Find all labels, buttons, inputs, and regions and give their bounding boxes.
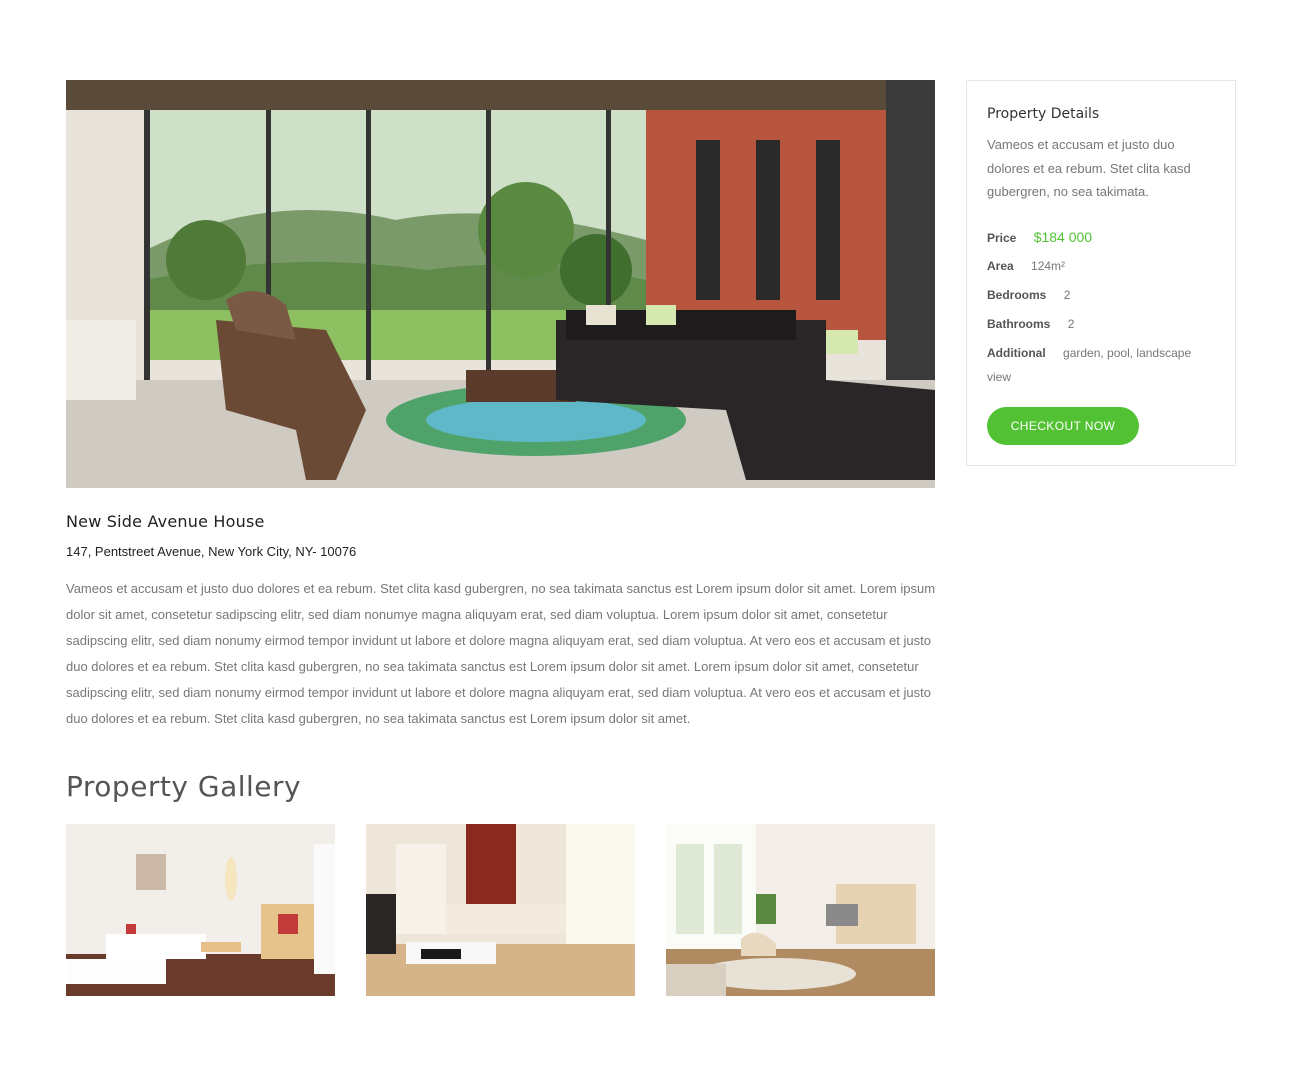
spec-additional: Additional garden, pool, landscape view <box>987 341 1217 389</box>
spec-price: Price $184 000 <box>987 225 1217 250</box>
gallery-image-2[interactable] <box>366 824 635 996</box>
gallery-image-1[interactable] <box>66 824 335 996</box>
spec-area: Area 124m² <box>987 254 1217 278</box>
spec-bedrooms: Bedrooms 2 <box>987 283 1217 307</box>
property-address: 147, Pentstreet Avenue, New York City, N… <box>66 544 357 559</box>
spec-bathrooms-value: 2 <box>1067 317 1075 331</box>
living-room-warm-image <box>366 824 635 996</box>
property-description: Vameos et accusam et justo duo dolores e… <box>66 581 936 726</box>
spec-price-label: Price <box>987 231 1017 245</box>
property-main-photo <box>66 80 935 488</box>
checkout-button[interactable]: CHECKOUT NOW <box>987 407 1139 445</box>
spec-bedrooms-label: Bedrooms <box>987 288 1047 302</box>
living-room-beige-image <box>666 824 935 996</box>
property-title: New Side Avenue House <box>66 512 265 531</box>
spec-area-value: 124m² <box>1031 259 1066 273</box>
property-details-card: Property Details Vameos et accusam et ju… <box>966 80 1236 466</box>
spec-bathrooms: Bathrooms 2 <box>987 312 1217 336</box>
spec-bathrooms-label: Bathrooms <box>987 317 1051 331</box>
details-title: Property Details <box>987 106 1100 122</box>
details-description: Vameos et accusam et justo duo dolores e… <box>987 137 1191 199</box>
gallery-heading: Property Gallery <box>66 770 302 803</box>
spec-area-label: Area <box>987 259 1014 273</box>
spec-bedrooms-value: 2 <box>1063 288 1071 302</box>
living-room-image <box>66 80 935 488</box>
spec-additional-label: Additional <box>987 346 1046 360</box>
gallery-image-3[interactable] <box>666 824 935 996</box>
living-room-white-image <box>66 824 335 996</box>
spec-price-value: $184 000 <box>1033 229 1093 245</box>
